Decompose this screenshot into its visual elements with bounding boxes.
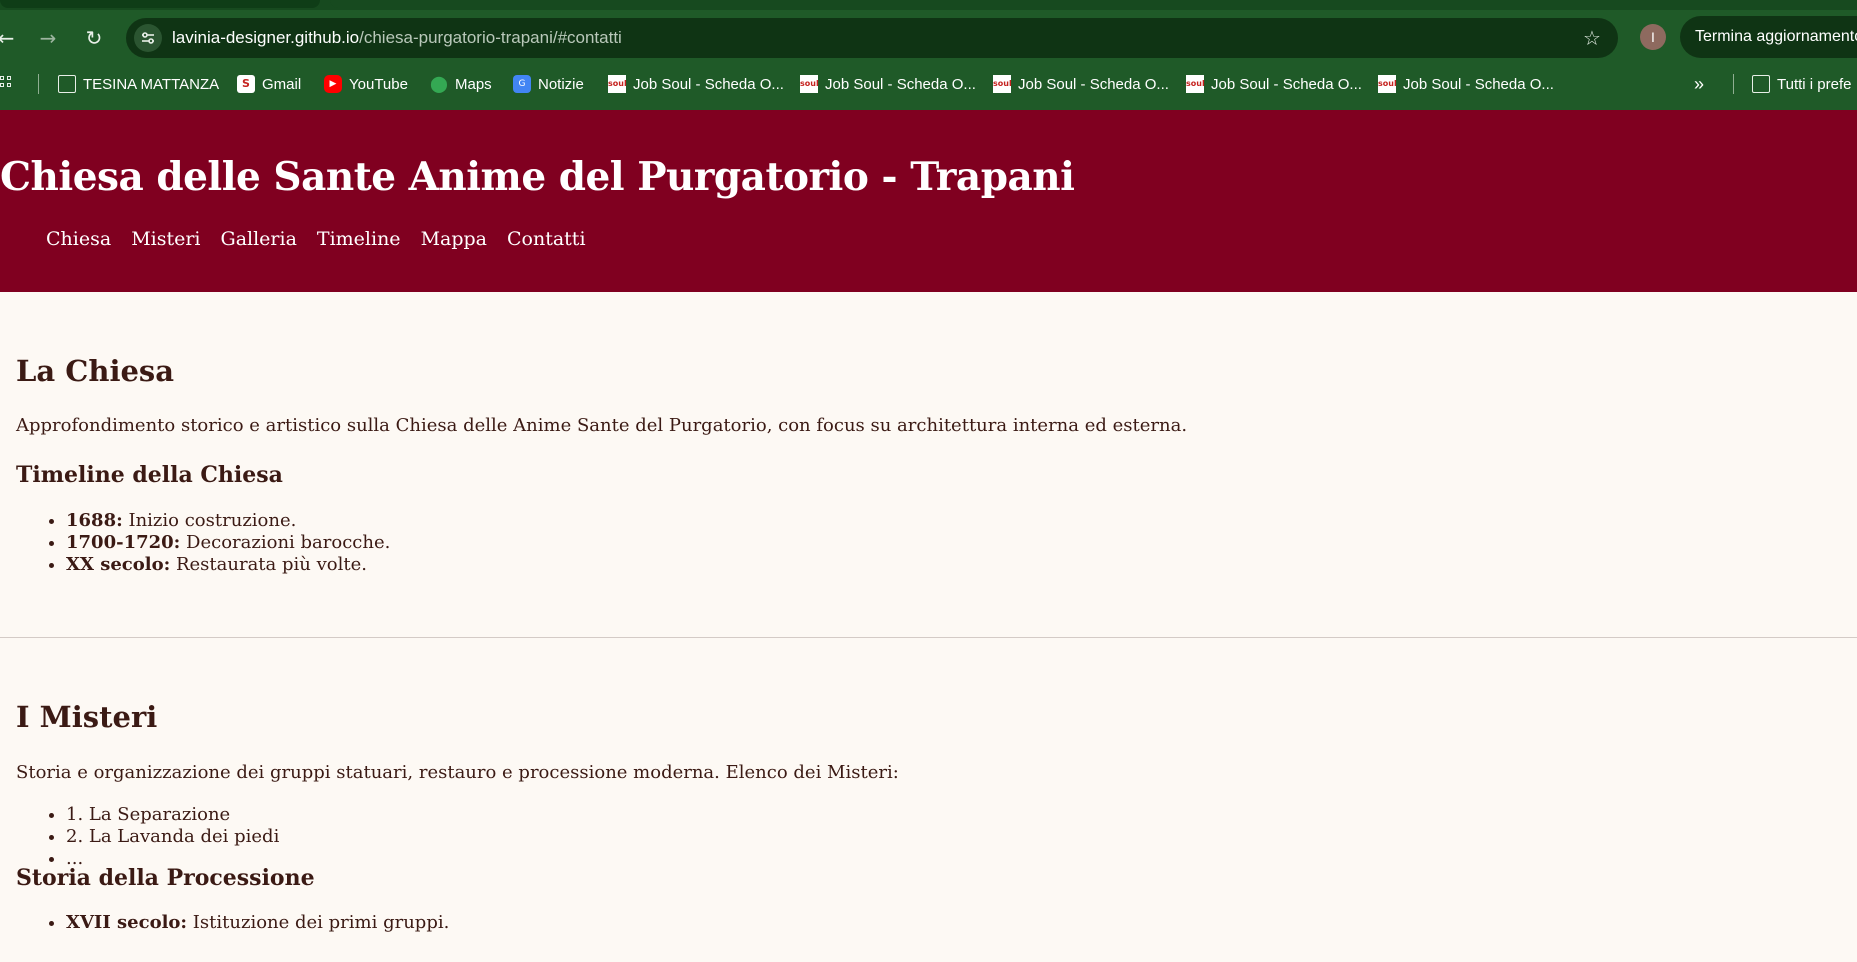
site-nav: Chiesa Misteri Galleria Timeline Mappa C…	[46, 228, 586, 250]
url-path: /chiesa-purgatorio-trapani/#contatti	[359, 28, 622, 47]
bookmark-label: TESINA MATTANZA	[83, 75, 220, 93]
section-divider	[0, 637, 1857, 638]
browser-tab-active[interactable]	[330, 0, 1857, 8]
timeline-text: Decorazioni barocche.	[180, 532, 391, 553]
soul-icon: soul	[608, 75, 627, 93]
soul-icon: soul	[1378, 75, 1397, 93]
bookmark-star-icon[interactable]: ☆	[1580, 26, 1604, 50]
bookmarks-bar: TESINA MATTANZA S Gmail ▶ YouTube ⬤ Maps…	[0, 68, 1857, 100]
soul-icon: soul	[1186, 75, 1205, 93]
site-info-icon[interactable]	[134, 24, 162, 52]
misteri-intro: Storia e organizzazione dei gruppi statu…	[16, 762, 899, 783]
web-page: Chiesa delle Sante Anime del Purgatorio …	[0, 110, 1857, 962]
nav-link-mappa[interactable]: Mappa	[421, 228, 487, 250]
nav-link-contatti[interactable]: Contatti	[507, 228, 586, 250]
bookmark-job-soul[interactable]: soul Job Soul - Scheda O...	[1378, 68, 1554, 100]
url-host: lavinia-designer.github.io	[172, 28, 360, 47]
bookmark-tesina-mattanza[interactable]: TESINA MATTANZA	[58, 68, 219, 100]
apps-grid-icon[interactable]	[0, 76, 16, 92]
timeline-text: Istituzione dei primi gruppi.	[187, 912, 450, 933]
site-header: Chiesa delle Sante Anime del Purgatorio …	[0, 110, 1857, 292]
timeline-text: Restaurata più volte.	[170, 554, 367, 575]
soul-icon: soul	[993, 75, 1012, 93]
bookmark-label: Job Soul - Scheda O...	[1018, 75, 1169, 93]
bookmark-job-soul[interactable]: soul Job Soul - Scheda O...	[800, 68, 976, 100]
profile-avatar[interactable]: I	[1640, 24, 1666, 50]
chiesa-intro: Approfondimento storico e artistico sull…	[16, 415, 1188, 436]
bookmarks-separator	[1733, 74, 1734, 94]
section-heading-misteri: I Misteri	[16, 700, 158, 734]
list-item: XX secolo: Restaurata più volte.	[66, 554, 390, 576]
bookmark-label: Maps	[455, 75, 492, 93]
bookmark-label: YouTube	[349, 75, 408, 93]
all-bookmarks-folder[interactable]: Tutti i prefe	[1752, 68, 1851, 100]
processione-list: XVII secolo: Istituzione dei primi grupp…	[66, 912, 449, 934]
list-item: 1688: Inizio costruzione.	[66, 510, 390, 532]
list-item: 1700-1720: Decorazioni barocche.	[66, 532, 390, 554]
site-title: Chiesa delle Sante Anime del Purgatorio …	[0, 154, 1075, 200]
all-bookmarks-label: Tutti i prefe	[1777, 75, 1852, 93]
browser-tab[interactable]	[0, 0, 320, 8]
timeline-year: XX secolo:	[66, 554, 171, 575]
bookmark-notizie[interactable]: G Notizie	[513, 68, 584, 100]
nav-link-galleria[interactable]: Galleria	[221, 228, 297, 250]
reload-icon[interactable]: ↻	[80, 24, 108, 52]
browser-chrome: ← → ↻ lavinia-designer.github.io/chiesa-…	[0, 0, 1857, 110]
bookmark-label: Gmail	[262, 75, 302, 93]
bookmark-job-soul[interactable]: soul Job Soul - Scheda O...	[993, 68, 1169, 100]
list-item: 2. La Lavanda dei piedi	[66, 826, 279, 848]
maps-icon: ⬤	[430, 74, 448, 93]
folder-icon	[1752, 75, 1770, 93]
bookmark-maps[interactable]: ⬤ Maps	[430, 68, 492, 100]
timeline-list: 1688: Inizio costruzione. 1700-1720: Dec…	[66, 510, 390, 576]
timeline-year: 1688:	[66, 510, 123, 531]
back-icon[interactable]: ←	[0, 24, 20, 52]
folder-icon	[58, 75, 76, 93]
soul-icon: soul	[800, 75, 819, 93]
timeline-heading: Timeline della Chiesa	[16, 462, 283, 488]
forward-icon[interactable]: →	[34, 24, 62, 52]
nav-link-timeline[interactable]: Timeline	[317, 228, 401, 250]
bookmark-job-soul[interactable]: soul Job Soul - Scheda O...	[608, 68, 784, 100]
browser-toolbar: ← → ↻ lavinia-designer.github.io/chiesa-…	[0, 16, 1857, 60]
bookmark-youtube[interactable]: ▶ YouTube	[324, 68, 408, 100]
bookmark-label: Job Soul - Scheda O...	[1211, 75, 1362, 93]
bookmark-label: Job Soul - Scheda O...	[825, 75, 976, 93]
bookmarks-overflow-icon[interactable]: »	[1694, 68, 1704, 100]
bookmark-job-soul[interactable]: soul Job Soul - Scheda O...	[1186, 68, 1362, 100]
bookmark-label: Job Soul - Scheda O...	[633, 75, 784, 93]
address-bar[interactable]: lavinia-designer.github.io/chiesa-purgat…	[126, 18, 1618, 58]
timeline-year: 1700-1720:	[66, 532, 181, 553]
list-item: 1. La Separazione	[66, 804, 279, 826]
url-text[interactable]: lavinia-designer.github.io/chiesa-purgat…	[172, 28, 622, 48]
gmail-icon: S	[237, 75, 255, 93]
nav-link-chiesa[interactable]: Chiesa	[46, 228, 111, 250]
bookmark-label: Job Soul - Scheda O...	[1403, 75, 1554, 93]
timeline-year: XVII secolo:	[66, 912, 188, 933]
update-button[interactable]: Termina aggiornamento	[1680, 16, 1857, 58]
section-heading-chiesa: La Chiesa	[16, 354, 175, 388]
bookmark-label: Notizie	[538, 75, 584, 93]
processione-heading: Storia della Processione	[16, 865, 315, 891]
news-icon: G	[513, 75, 531, 93]
list-item: XVII secolo: Istituzione dei primi grupp…	[66, 912, 449, 934]
bookmark-gmail[interactable]: S Gmail	[237, 68, 301, 100]
tab-strip	[0, 0, 1857, 10]
nav-link-misteri[interactable]: Misteri	[131, 228, 200, 250]
timeline-text: Inizio costruzione.	[122, 510, 297, 531]
bookmarks-separator	[38, 74, 39, 94]
youtube-icon: ▶	[324, 75, 342, 93]
misteri-list: 1. La Separazione 2. La Lavanda dei pied…	[66, 804, 279, 870]
